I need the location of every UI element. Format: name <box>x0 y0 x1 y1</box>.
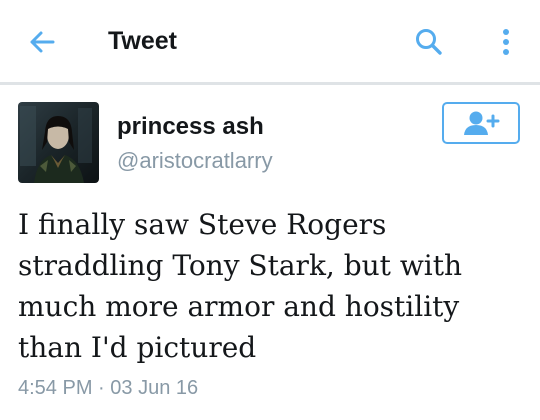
tweet-date: 03 Jun 16 <box>110 377 199 399</box>
timestamp-separator: · <box>98 377 105 399</box>
overflow-menu-button[interactable] <box>494 26 518 58</box>
tweet-time: 4:54 PM <box>18 377 93 399</box>
search-button[interactable] <box>413 26 445 58</box>
tweet-text: I finally saw Steve Rogers straddling To… <box>18 208 463 364</box>
more-vertical-icon <box>503 29 509 55</box>
search-icon <box>416 29 442 55</box>
author-handle[interactable]: @aristocratlarry <box>117 147 273 175</box>
page-title: Tweet <box>108 27 177 55</box>
add-user-icon <box>464 111 500 135</box>
tweet-detail-screen: Tweet princess ash @aristocratlarry I fi… <box>0 0 540 420</box>
back-button[interactable] <box>26 26 58 58</box>
arrow-left-icon <box>30 31 55 53</box>
avatar[interactable] <box>18 102 99 183</box>
author-display-name[interactable]: princess ash <box>117 112 264 142</box>
avatar-image <box>18 102 99 183</box>
app-bar: Tweet <box>0 0 540 82</box>
follow-button[interactable] <box>442 102 520 144</box>
header-divider <box>0 82 540 85</box>
tweet-timestamp: 4:54 PM · 03 Jun 16 <box>18 375 198 401</box>
